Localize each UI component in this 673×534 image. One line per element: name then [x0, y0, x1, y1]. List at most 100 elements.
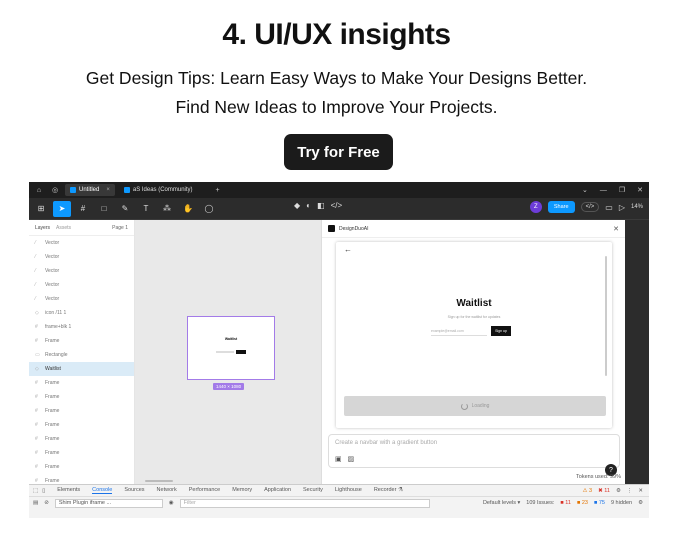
shape-tool-icon[interactable]: □: [95, 201, 113, 217]
issues-info-value: 75: [598, 500, 605, 506]
layer-item[interactable]: # frame+blk 1: [29, 320, 134, 334]
devtools-tab[interactable]: Memory: [232, 487, 252, 494]
try-for-free-button[interactable]: Try for Free: [284, 134, 393, 170]
plugin-logo-icon: [328, 225, 335, 232]
layer-item[interactable]: # Frame: [29, 432, 134, 446]
devtools-tab[interactable]: Lighthouse: [335, 487, 362, 494]
layer-item[interactable]: ⁄ Vector: [29, 250, 134, 264]
layer-item[interactable]: # Frame: [29, 404, 134, 418]
back-arrow-icon[interactable]: ←: [344, 245, 352, 254]
layer-list: ⁄ Vector ⁄ Vector ⁄ Vector ⁄ Vector ⁄ Vector ◇ icon…: [29, 236, 134, 502]
eye-icon[interactable]: ◉: [169, 500, 174, 506]
clear-console-icon[interactable]: ⊘: [44, 500, 49, 506]
devtools-tab[interactable]: Security: [303, 487, 323, 494]
close-icon[interactable]: ✕: [638, 488, 643, 494]
close-icon[interactable]: ✕: [637, 186, 643, 194]
layer-item[interactable]: # Frame: [29, 376, 134, 390]
issues-errors[interactable]: ■ 11: [560, 500, 571, 506]
mask-icon[interactable]: ◐: [306, 201, 311, 210]
sign-up-button[interactable]: Sign up: [491, 326, 511, 336]
zoom-level[interactable]: 14%: [631, 204, 643, 210]
screenshot-icon[interactable]: ▣: [335, 455, 342, 463]
page-selector[interactable]: Page 1: [112, 225, 128, 231]
layer-item[interactable]: # Frame: [29, 418, 134, 432]
issues-label[interactable]: 109 Issues:: [526, 500, 554, 506]
issues-warnings[interactable]: ■ 23: [577, 500, 588, 506]
layer-label: icon /11 1: [45, 310, 67, 316]
preview-scrollbar[interactable]: [605, 256, 607, 376]
levels-select[interactable]: Default levels ▾: [483, 500, 520, 506]
globe-icon[interactable]: ◎: [49, 185, 61, 195]
vector-icon: ⁄: [35, 268, 36, 274]
layer-label: Rectangle: [45, 352, 68, 358]
close-icon[interactable]: ×: [106, 187, 110, 193]
minimize-icon[interactable]: —: [600, 187, 607, 194]
maximize-icon[interactable]: ❐: [619, 186, 625, 194]
tab-untitled[interactable]: Untitled ×: [65, 184, 115, 196]
layer-item[interactable]: ⁄ Vector: [29, 292, 134, 306]
present-icon[interactable]: ▷: [619, 203, 625, 212]
canvas[interactable]: Waitlist 1440 × 1080: [135, 220, 321, 484]
plus-icon[interactable]: +: [212, 185, 224, 195]
move-tool-icon[interactable]: ➤: [53, 200, 71, 217]
prompt-input[interactable]: Create a navbar with a gradient button ▣…: [328, 434, 620, 468]
prompt-tools: ▣ ▨: [335, 455, 354, 463]
canvas-scrollbar[interactable]: [145, 480, 173, 482]
preview-title: Waitlist: [456, 298, 492, 309]
devtools-tab[interactable]: Application: [264, 487, 291, 494]
comment-icon[interactable]: ◯: [200, 201, 218, 217]
tab-community[interactable]: aS Ideas (Community): [119, 184, 198, 196]
devtools-status-top: ⚠ 3 ✖ 11 ⚙ ⋮ ✕: [583, 488, 649, 494]
context-select[interactable]: Shim Plugin iframe ...: [54, 498, 163, 508]
devtools-tab[interactable]: Console: [92, 487, 113, 494]
component-icon[interactable]: ◆: [294, 201, 300, 210]
devtools-tab[interactable]: Recorder ⚗: [374, 487, 403, 494]
inspect-icon[interactable]: ⬚: [33, 488, 38, 494]
devtools-tab[interactable]: Sources: [124, 487, 144, 494]
error-count[interactable]: ✖ 11: [598, 488, 610, 494]
email-field[interactable]: example@email.com: [431, 326, 487, 336]
devtools-tab[interactable]: Elements: [57, 487, 80, 494]
share-button[interactable]: Share: [547, 201, 575, 213]
code-icon[interactable]: </>: [331, 201, 343, 210]
library-icon[interactable]: ▭: [605, 203, 613, 212]
issues-info[interactable]: ■ 75: [594, 500, 605, 506]
layer-item[interactable]: # Frame: [29, 460, 134, 474]
layer-item[interactable]: # Frame: [29, 446, 134, 460]
layer-item[interactable]: # Frame: [29, 334, 134, 348]
devtools-tab[interactable]: Performance: [189, 487, 221, 494]
boolean-icon[interactable]: ◧: [317, 201, 325, 210]
tab-layers[interactable]: Layers: [35, 225, 50, 231]
layer-item[interactable]: ◇ icon /11 1: [29, 306, 134, 320]
devtools-tab[interactable]: Network: [157, 487, 177, 494]
main-menu-icon[interactable]: ⊞: [32, 201, 50, 217]
filter-input[interactable]: Filter: [179, 498, 430, 508]
layer-item[interactable]: ⁄ Vector: [29, 264, 134, 278]
settings-icon[interactable]: ⚙: [638, 500, 643, 506]
text-tool-icon[interactable]: T: [137, 201, 155, 217]
layer-item[interactable]: ⁄ Vector: [29, 236, 134, 250]
avatar[interactable]: Z: [529, 201, 542, 213]
device-icon[interactable]: ▯: [42, 488, 45, 494]
gear-icon[interactable]: ⚙: [616, 488, 621, 494]
close-icon[interactable]: ✕: [613, 225, 619, 233]
right-rail: [625, 220, 649, 484]
warning-count[interactable]: ⚠ 3: [583, 488, 593, 494]
layer-item[interactable]: # Frame: [29, 390, 134, 404]
layer-item[interactable]: ◇ Waitlist: [29, 362, 134, 376]
hand-tool-icon[interactable]: ✋: [179, 201, 197, 217]
sidebar-toggle-icon[interactable]: ▤: [33, 500, 38, 506]
layer-item[interactable]: ▭ Rectangle: [29, 348, 134, 362]
artboard-waitlist[interactable]: Waitlist: [187, 316, 275, 380]
dev-mode-toggle[interactable]: </>: [580, 202, 600, 212]
image-icon[interactable]: ▨: [348, 455, 355, 463]
pen-tool-icon[interactable]: ✎: [116, 201, 134, 217]
frame-tool-icon[interactable]: #: [74, 201, 92, 217]
tab-assets[interactable]: Assets: [56, 225, 71, 231]
home-icon[interactable]: ⌂: [33, 185, 45, 195]
resources-icon[interactable]: ⁂: [158, 201, 176, 217]
loading-label: Loading: [471, 403, 490, 409]
more-icon[interactable]: ⋮: [627, 488, 633, 494]
chevron-down-icon[interactable]: ⌄: [582, 186, 588, 194]
layer-item[interactable]: ⁄ Vector: [29, 278, 134, 292]
